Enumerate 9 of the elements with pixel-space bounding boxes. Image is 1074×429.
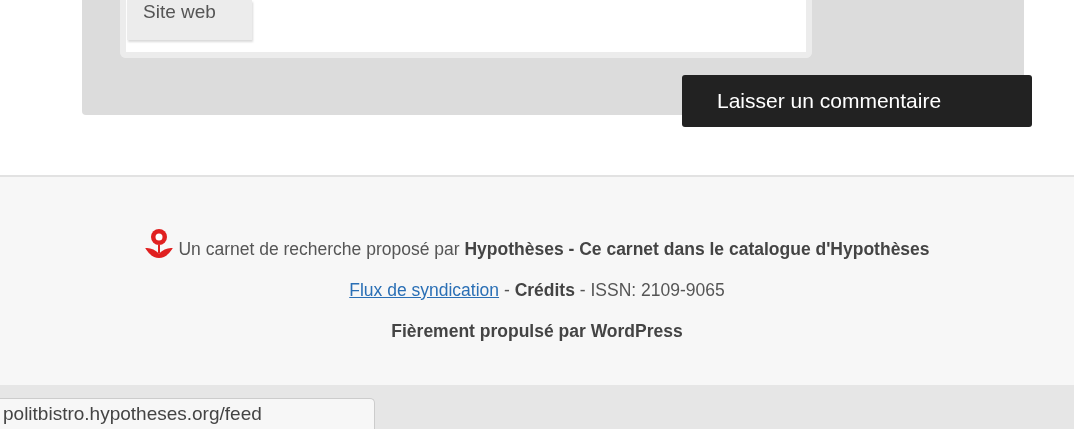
flower-logo-icon: [144, 227, 175, 259]
status-url: politbistro.hypotheses.org/feed: [0, 398, 375, 429]
website-label: Site web: [127, 0, 252, 40]
website-field[interactable]: Site web: [120, 0, 812, 58]
footer-credit-text: Un carnet de recherche proposé par Hypothèses - Ce carnet dans le catalogue d'Hypothèses: [178, 239, 930, 259]
submit-comment-button[interactable]: Laisser un commentaire: [682, 75, 1032, 127]
wordpress-credit-text: Fièrement propulsé par WordPress: [390, 321, 684, 341]
credits-issn-text: - Crédits - ISSN: 2109-9065: [502, 280, 725, 300]
feed-link[interactable]: Flux de syndication: [349, 280, 500, 300]
